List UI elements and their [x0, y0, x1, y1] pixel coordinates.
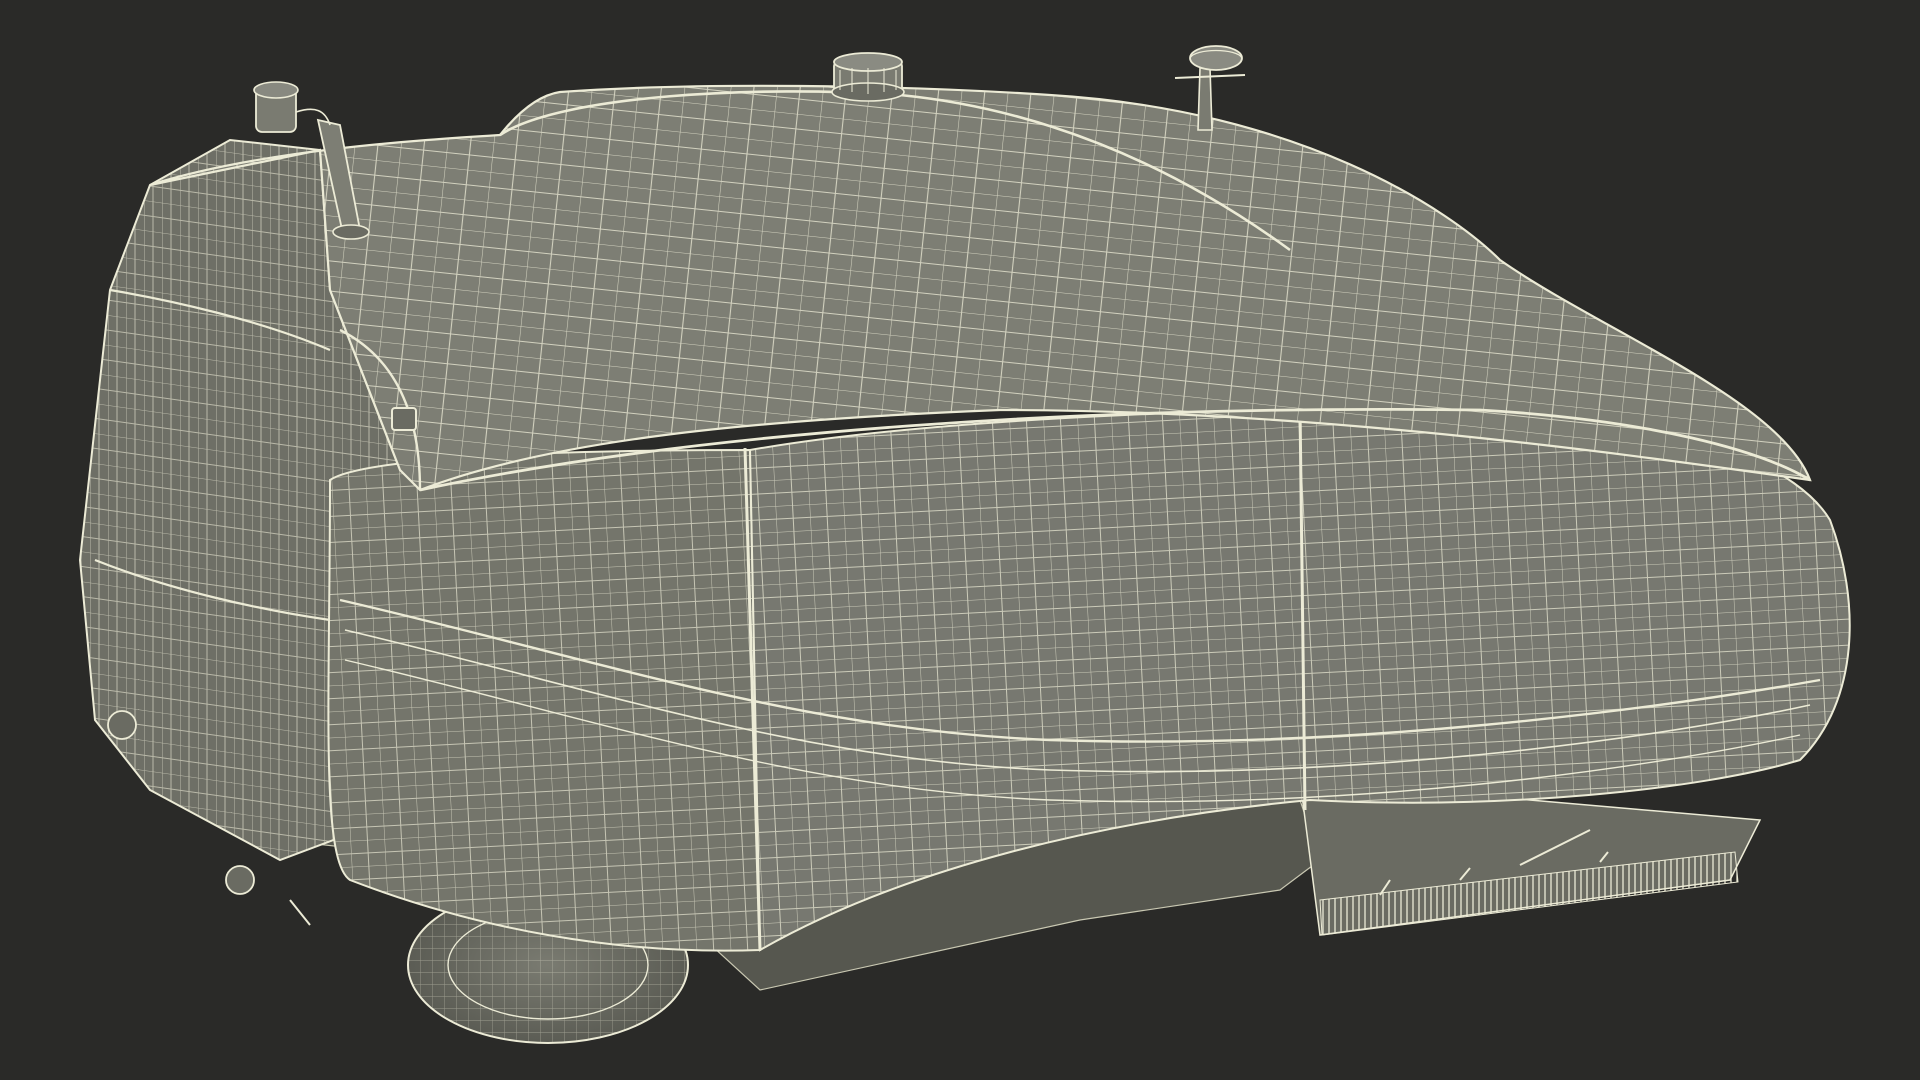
mower-wireframe-render [78, 45, 1851, 1044]
render-viewport [0, 0, 1920, 1080]
rear-brush-icon [1299, 779, 1762, 936]
lidar-sensor-icon [831, 52, 905, 102]
front-panel-icon [327, 448, 762, 952]
